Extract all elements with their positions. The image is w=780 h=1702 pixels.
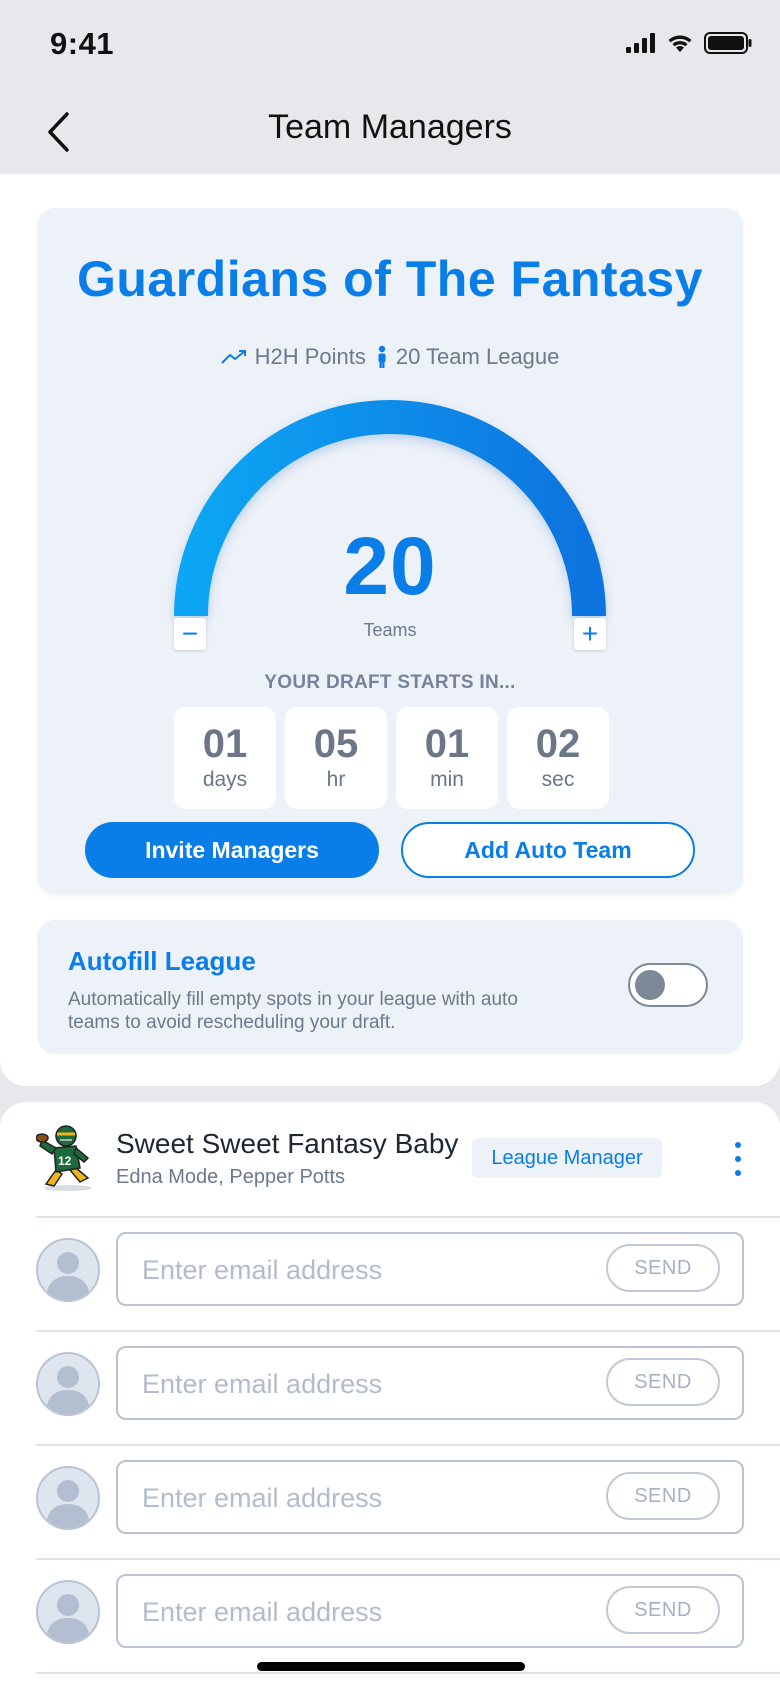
nav-bar: Team Managers (0, 90, 780, 174)
email-input[interactable] (140, 1348, 584, 1420)
league-meta: H2H Points 20 Team League (37, 344, 743, 370)
status-time: 9:41 (50, 26, 115, 61)
email-field: SEND (116, 1460, 744, 1534)
autofill-description: Automatically fill empty spots in your l… (68, 989, 518, 1033)
teams-count: 20 (343, 521, 437, 612)
team-row: 12 Sweet Sweet Fantasy Baby Edna Mode, P… (0, 1102, 780, 1216)
more-options-button[interactable] (726, 1142, 750, 1176)
increase-teams-button[interactable]: + (574, 618, 606, 650)
email-input[interactable] (140, 1234, 584, 1306)
email-field: SEND (116, 1346, 744, 1420)
email-input[interactable] (140, 1576, 584, 1648)
invite-row: SEND (0, 1332, 780, 1446)
status-bar: 9:41 (0, 0, 780, 90)
more-dot (735, 1142, 741, 1148)
countdown-unit: hr (326, 768, 346, 791)
toggle-knob (635, 970, 665, 1000)
scoring-label: H2H Points (254, 344, 366, 369)
person-icon (378, 345, 386, 368)
avatar-placeholder-icon (36, 1580, 100, 1644)
invite-row: SEND (0, 1560, 780, 1674)
team-list: 12 Sweet Sweet Fantasy Baby Edna Mode, P… (0, 1102, 780, 1702)
countdown-value: 01 (202, 722, 248, 766)
wifi-icon (668, 35, 692, 52)
draft-countdown: 01 days 05 hr 01 min 02 sec (174, 707, 609, 809)
more-dot (735, 1156, 741, 1162)
email-field: SEND (116, 1574, 744, 1648)
invite-row: SEND (0, 1446, 780, 1560)
countdown-value: 05 (313, 722, 359, 766)
autofill-card: Autofill League Automatically fill empty… (37, 920, 743, 1054)
league-actions: Invite Managers Add Auto Team (85, 822, 695, 878)
signal-icon (626, 33, 655, 53)
avatar-placeholder-icon (36, 1352, 100, 1416)
countdown-unit: days (202, 768, 248, 791)
invite-row: SEND (0, 1218, 780, 1332)
league-size: 20 Team League (376, 344, 560, 370)
jersey-number: 12 (58, 1154, 72, 1168)
page-title: Team Managers (268, 108, 512, 146)
avatar-placeholder-icon (36, 1238, 100, 1302)
decrease-teams-button[interactable]: − (174, 618, 206, 650)
countdown-unit: sec (541, 768, 575, 791)
countdown-hours: 05 hr (285, 707, 387, 809)
avatar-placeholder-icon (36, 1466, 100, 1530)
countdown-minutes: 01 min (396, 707, 498, 809)
add-auto-team-button[interactable]: Add Auto Team (401, 822, 695, 878)
draft-countdown-label: YOUR DRAFT STARTS IN... (264, 672, 516, 693)
more-dot (735, 1170, 741, 1176)
league-name: Guardians of The Fantasy (76, 251, 703, 307)
countdown-days: 01 days (174, 707, 276, 809)
countdown-value: 01 (424, 722, 470, 766)
team-managers: Edna Mode, Pepper Potts (116, 1166, 346, 1188)
league-size-label: 20 Team League (395, 344, 560, 369)
battery-icon (704, 32, 752, 54)
divider (36, 1672, 780, 1674)
team-name: Sweet Sweet Fantasy Baby (116, 1128, 459, 1159)
teams-label: Teams (363, 620, 417, 640)
role-badge: League Manager (472, 1138, 662, 1178)
trend-icon (220, 350, 246, 364)
email-field: SEND (116, 1232, 744, 1306)
status-icons (626, 32, 752, 54)
autofill-toggle[interactable] (628, 963, 708, 1007)
home-indicator (257, 1662, 525, 1671)
team-logo-icon: 12 (36, 1125, 92, 1191)
scoring-type: H2H Points (220, 344, 366, 370)
send-button[interactable]: SEND (606, 1358, 720, 1406)
countdown-seconds: 02 sec (507, 707, 609, 809)
invite-managers-button[interactable]: Invite Managers (85, 822, 379, 878)
autofill-title: Autofill League (68, 946, 256, 976)
send-button[interactable]: SEND (606, 1472, 720, 1520)
league-card: Guardians of The Fantasy H2H Points 20 T… (37, 208, 743, 894)
send-button[interactable]: SEND (606, 1586, 720, 1634)
countdown-unit: min (430, 768, 464, 791)
countdown-value: 02 (535, 722, 581, 766)
send-button[interactable]: SEND (606, 1244, 720, 1292)
league-sheet: Guardians of The Fantasy H2H Points 20 T… (0, 174, 780, 1086)
email-input[interactable] (140, 1462, 584, 1534)
